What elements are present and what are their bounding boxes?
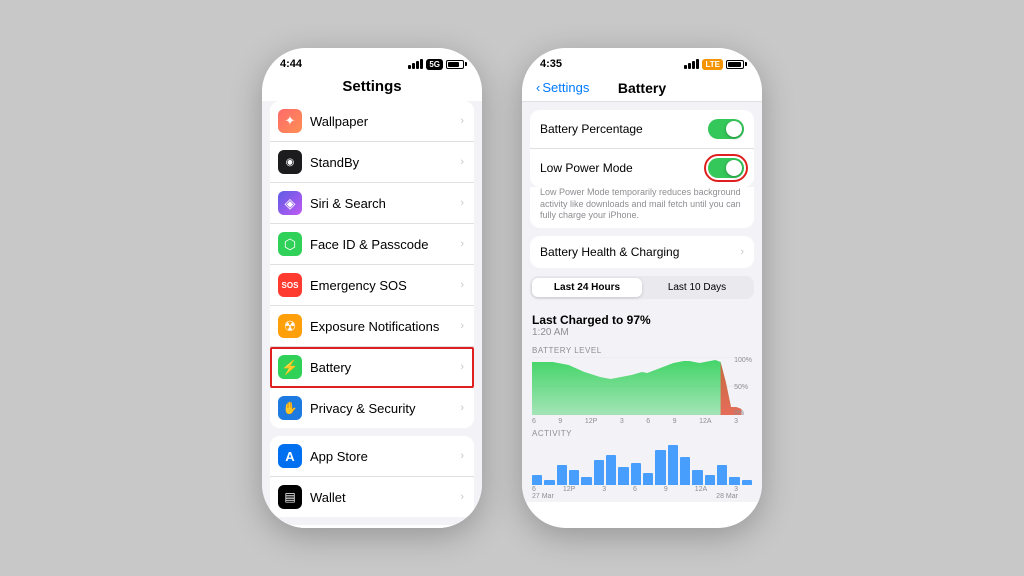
chevron-icon: › (460, 320, 464, 332)
appstore-icon: A (278, 444, 302, 468)
back-chevron-icon: ‹ (536, 80, 540, 95)
exposure-label: Exposure Notifications (310, 319, 460, 334)
battery-nav-header: ‹ Settings Battery (522, 74, 762, 102)
battery-screen-title: Battery (618, 80, 666, 96)
activity-chart-section: ACTIVITY (522, 425, 762, 500)
faceid-label: Face ID & Passcode (310, 237, 460, 252)
wallpaper-icon: ✦ (278, 109, 302, 133)
charged-info-section: Last Charged to 97% 1:20 AM (522, 307, 762, 342)
low-power-toggle[interactable] (708, 158, 744, 178)
activity-date-labels: 27 Mar 28 Mar (532, 493, 752, 500)
last-24-hours-button[interactable]: Last 24 Hours (532, 278, 642, 297)
battery-icon: ⚡ (278, 355, 302, 379)
chevron-icon: › (460, 115, 464, 127)
settings-item-wallpaper[interactable]: ✦ Wallpaper › (270, 101, 474, 142)
chevron-icon: › (460, 156, 464, 168)
low-power-label: Low Power Mode (540, 161, 708, 175)
last-10-days-button[interactable]: Last 10 Days (642, 278, 752, 297)
battery-label: Battery (310, 360, 460, 375)
activity-chart-label: ACTIVITY (532, 429, 752, 438)
lte-badge: LTE (702, 59, 723, 70)
settings-item-siri[interactable]: ◈ Siri & Search › (270, 183, 474, 224)
signal-icon (408, 59, 423, 69)
status-icons-right: LTE (684, 59, 744, 70)
battery-health-label: Battery Health & Charging (540, 245, 740, 259)
exposure-icon: ☢ (278, 314, 302, 338)
chevron-icon: › (460, 361, 464, 373)
back-button[interactable]: ‹ Settings (536, 80, 589, 95)
chevron-icon: › (460, 450, 464, 462)
settings-item-faceid[interactable]: ⬡ Face ID & Passcode › (270, 224, 474, 265)
settings-group-3: 🔑 Passwords › ✉ Mail › 👤 Contacts › 31 C… (270, 525, 474, 528)
battery-status-icon-right (726, 60, 744, 69)
chevron-icon: › (740, 246, 744, 258)
battery-percentage-row: Battery Percentage (530, 110, 754, 149)
chevron-icon: › (460, 197, 464, 209)
chevron-icon: › (460, 238, 464, 250)
appstore-label: App Store (310, 449, 460, 464)
settings-list: ✦ Wallpaper › ◉ StandBy › ◈ Siri & Searc… (262, 101, 482, 528)
battery-phone: 4:35 LTE ‹ Settings Battery Battery Per (522, 48, 762, 528)
chevron-icon: › (460, 279, 464, 291)
settings-item-wallet[interactable]: ▤ Wallet › (270, 477, 474, 517)
settings-item-exposure[interactable]: ☢ Exposure Notifications › (270, 306, 474, 347)
settings-group-1: ✦ Wallpaper › ◉ StandBy › ◈ Siri & Searc… (270, 101, 474, 428)
battery-status-icon (446, 60, 464, 69)
faceid-icon: ⬡ (278, 232, 302, 256)
battery-toggles-section: Battery Percentage Low Power Mode (530, 110, 754, 187)
activity-x-labels: 6 12P 3 6 9 12A 3 (532, 485, 752, 493)
status-time-left: 4:44 (280, 58, 302, 70)
activity-bars (532, 440, 752, 485)
sos-label: Emergency SOS (310, 278, 460, 293)
battery-level-chart: 100% 50% 0% (532, 357, 752, 417)
5g-badge: 5G (426, 59, 443, 70)
charged-time: 1:20 AM (532, 327, 752, 338)
wallet-icon: ▤ (278, 485, 302, 509)
privacy-icon: ✋ (278, 396, 302, 420)
battery-detail-content: Battery Percentage Low Power Mode Low Po… (522, 102, 762, 502)
status-bar-left: 4:44 5G (262, 48, 482, 74)
battery-level-chart-label: BATTERY LEVEL (532, 346, 752, 355)
battery-percentage-label: Battery Percentage (540, 122, 708, 136)
battery-health-row[interactable]: Battery Health & Charging › (530, 236, 754, 268)
battery-health-section: Battery Health & Charging › (530, 236, 754, 268)
settings-title: Settings (262, 74, 482, 101)
sos-icon: SOS (278, 273, 302, 297)
chevron-icon: › (460, 402, 464, 414)
chevron-icon: › (460, 491, 464, 503)
chart-x-labels: 6 9 12P 3 6 9 12A 3 (532, 417, 752, 425)
signal-icon-right (684, 59, 699, 69)
status-icons-left: 5G (408, 59, 464, 70)
settings-item-passwords[interactable]: 🔑 Passwords › (270, 525, 474, 528)
standby-icon: ◉ (278, 150, 302, 174)
battery-level-chart-section: BATTERY LEVEL (522, 342, 762, 425)
battery-percentage-toggle[interactable] (708, 119, 744, 139)
settings-item-appstore[interactable]: A App Store › (270, 436, 474, 477)
siri-icon: ◈ (278, 191, 302, 215)
privacy-label: Privacy & Security (310, 401, 460, 416)
low-power-note: Low Power Mode temporarily reduces backg… (530, 187, 754, 228)
back-label: Settings (542, 80, 589, 95)
siri-label: Siri & Search (310, 196, 460, 211)
low-power-row: Low Power Mode (530, 149, 754, 187)
battery-level-svg (532, 357, 752, 415)
time-period-selector: Last 24 Hours Last 10 Days (530, 276, 754, 299)
settings-item-standby[interactable]: ◉ StandBy › (270, 142, 474, 183)
settings-phone: 4:44 5G Settings ✦ Wallpaper › (262, 48, 482, 528)
settings-item-privacy[interactable]: ✋ Privacy & Security › (270, 388, 474, 428)
settings-item-sos[interactable]: SOS Emergency SOS › (270, 265, 474, 306)
settings-group-2: A App Store › ▤ Wallet › (270, 436, 474, 517)
status-time-right: 4:35 (540, 58, 562, 70)
wallet-label: Wallet (310, 490, 460, 505)
chart-y-labels: 100% 50% 0% (734, 357, 752, 417)
settings-item-battery[interactable]: ⚡ Battery › (270, 347, 474, 388)
charged-title: Last Charged to 97% (532, 313, 752, 327)
status-bar-right: 4:35 LTE (522, 48, 762, 74)
wallpaper-label: Wallpaper (310, 114, 460, 129)
standby-label: StandBy (310, 155, 460, 170)
